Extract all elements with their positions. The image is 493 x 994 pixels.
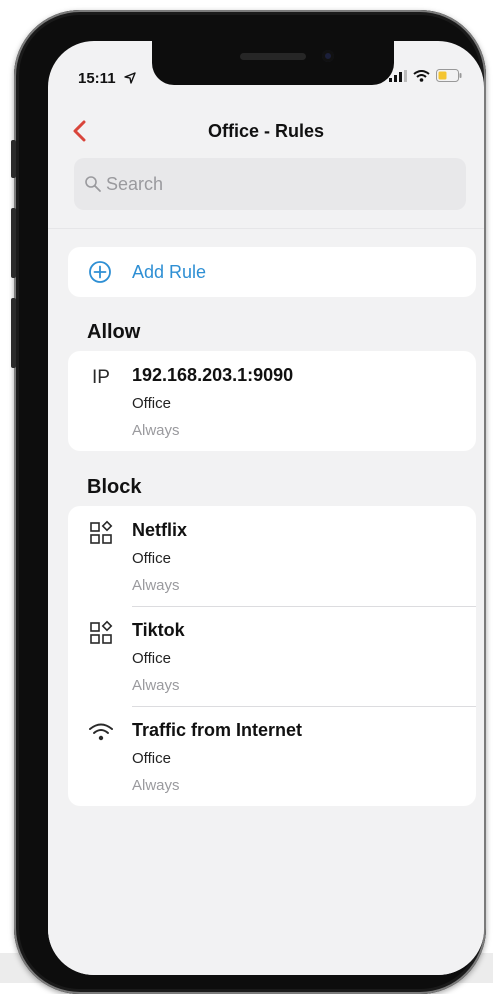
speaker xyxy=(240,53,306,60)
notch xyxy=(152,41,394,85)
list-item[interactable]: Traffic from Internet Office Always xyxy=(68,706,476,806)
add-rule-label: Add Rule xyxy=(132,261,207,282)
signal-icon xyxy=(389,69,407,82)
list-item[interactable]: Netflix Office Always xyxy=(68,506,476,606)
rule-group: Office xyxy=(132,550,171,567)
screen: 15:11 Office - Rules Search Add Rule All… xyxy=(48,41,484,975)
add-rule-button[interactable]: Add Rule xyxy=(68,247,476,297)
apps-icon xyxy=(90,620,113,644)
battery-icon xyxy=(436,69,462,82)
allow-section-title: Allow xyxy=(87,321,141,343)
rule-schedule: Always xyxy=(132,577,180,594)
list-item[interactable]: Tiktok Office Always xyxy=(68,606,476,706)
search-placeholder: Search xyxy=(106,173,164,194)
wifi-icon xyxy=(89,723,113,741)
rule-group: Office xyxy=(132,395,171,412)
rule-group: Office xyxy=(132,750,171,767)
apps-icon xyxy=(90,520,113,544)
list-item[interactable]: IP 192.168.203.1:9090 Office Always xyxy=(68,351,476,451)
block-rules-card: Netflix Office Always Tiktok Office Alwa… xyxy=(68,506,476,806)
rule-schedule: Always xyxy=(132,777,180,794)
volume-down-button xyxy=(11,298,16,368)
rule-schedule: Always xyxy=(132,422,180,439)
location-arrow-icon xyxy=(124,72,136,84)
rule-name: Netflix xyxy=(132,520,188,540)
navigation-bar: Office - Rules xyxy=(48,111,484,151)
front-camera xyxy=(322,50,334,62)
status-time: 15:11 xyxy=(78,70,116,87)
volume-up-button xyxy=(11,208,16,278)
page-title: Office - Rules xyxy=(207,121,325,141)
plus-circle-icon xyxy=(89,261,111,283)
ip-text-icon: IP xyxy=(92,367,110,388)
wifi-status-icon xyxy=(413,69,430,82)
rule-name: Tiktok xyxy=(132,620,185,640)
mute-switch xyxy=(11,140,16,178)
search-input[interactable]: Search xyxy=(74,158,466,210)
rule-schedule: Always xyxy=(132,677,180,694)
status-icons xyxy=(389,69,462,82)
phone-frame: 15:11 Office - Rules Search Add Rule All… xyxy=(11,10,486,994)
block-section-title: Block xyxy=(87,476,142,498)
rule-name: Traffic from Internet xyxy=(132,720,303,740)
rule-name: 192.168.203.1:9090 xyxy=(132,365,294,385)
allow-rules-card: IP 192.168.203.1:9090 Office Always xyxy=(68,351,476,451)
rule-group: Office xyxy=(132,650,171,667)
search-icon xyxy=(85,176,101,192)
